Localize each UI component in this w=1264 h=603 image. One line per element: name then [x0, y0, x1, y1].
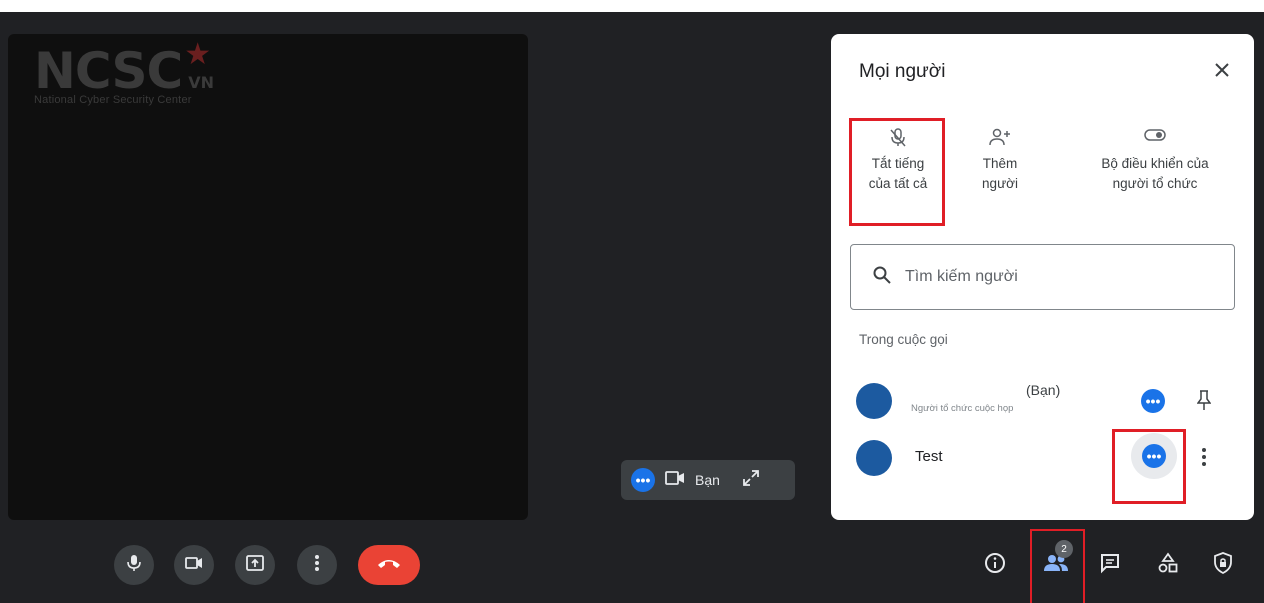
hang-up-icon [376, 556, 402, 574]
close-panel-button[interactable] [1208, 58, 1236, 86]
people-panel: Mọi người Tắt tiếng của tất cả Thêm ngườ… [831, 34, 1254, 520]
logo-text: NCSC [34, 42, 183, 100]
participant-role: Người tổ chức cuộc họp [911, 403, 1014, 414]
avatar [856, 383, 892, 419]
chat-icon [1099, 552, 1121, 579]
search-icon [873, 266, 891, 289]
close-icon [1214, 62, 1230, 83]
in-call-section-label: Trong cuộc gọi [859, 332, 948, 347]
add-people-button[interactable]: Thêm người [960, 118, 1040, 194]
shield-lock-icon [1213, 551, 1233, 579]
panel-title: Mọi người [859, 61, 946, 82]
participant-options-button[interactable]: ••• [1141, 389, 1165, 413]
end-call-button[interactable] [358, 545, 420, 585]
avatar [856, 440, 892, 476]
participant-options-highlight [1112, 429, 1186, 504]
meeting-details-button[interactable] [978, 548, 1012, 582]
toggle-icon [1144, 128, 1166, 147]
video-camera-icon [185, 556, 203, 575]
more-options-button[interactable] [297, 545, 337, 585]
present-icon [246, 554, 264, 576]
self-view-tile[interactable]: ••• Bạn [621, 460, 795, 500]
host-controls-action[interactable]: Bộ điều khiển của người tổ chức [1071, 118, 1239, 194]
more-options-icon[interactable]: ••• [631, 468, 655, 492]
chat-button[interactable] [1093, 548, 1127, 582]
host-controls-label-1: Bộ điều khiển của [1101, 156, 1209, 171]
host-controls-button[interactable] [1206, 548, 1240, 582]
logo-suffix: VN [188, 73, 214, 92]
vertical-dots-icon [314, 554, 320, 577]
add-people-label-1: Thêm [982, 156, 1018, 171]
ncsc-logo: NCSC ★ VN National Cyber Security Center [34, 40, 218, 107]
main-video-tile[interactable]: NCSC ★ VN National Cyber Security Center [8, 34, 528, 520]
mute-all-highlight [849, 118, 945, 226]
add-people-label-2: người [982, 176, 1018, 191]
vertical-dots-icon[interactable] [1201, 447, 1207, 472]
self-view-label: Bạn [695, 472, 720, 488]
star-icon: ★ [184, 38, 212, 71]
add-person-icon [989, 128, 1011, 151]
present-screen-button[interactable] [235, 545, 275, 585]
expand-icon[interactable] [742, 469, 760, 492]
participant-row: Test ••• [831, 433, 1254, 483]
meet-window: NCSC ★ VN National Cyber Security Center… [0, 12, 1264, 603]
people-button-highlight [1030, 529, 1085, 603]
microphone-button[interactable] [114, 545, 154, 585]
camera-button[interactable] [174, 545, 214, 585]
participant-row: (Bạn) Người tổ chức cuộc họp ••• [831, 376, 1254, 426]
participant-name: Test [915, 448, 943, 465]
host-controls-label-2: người tổ chức [1112, 176, 1198, 191]
search-people-input[interactable] [905, 268, 1205, 286]
participant-you-tag: (Bạn) [1026, 382, 1061, 398]
activities-button[interactable] [1151, 548, 1185, 582]
microphone-icon [126, 554, 142, 577]
info-icon [984, 552, 1006, 579]
camera-icon [665, 470, 685, 491]
pin-icon[interactable] [1196, 389, 1212, 416]
shapes-icon [1157, 551, 1179, 579]
search-people-field[interactable] [850, 244, 1235, 310]
